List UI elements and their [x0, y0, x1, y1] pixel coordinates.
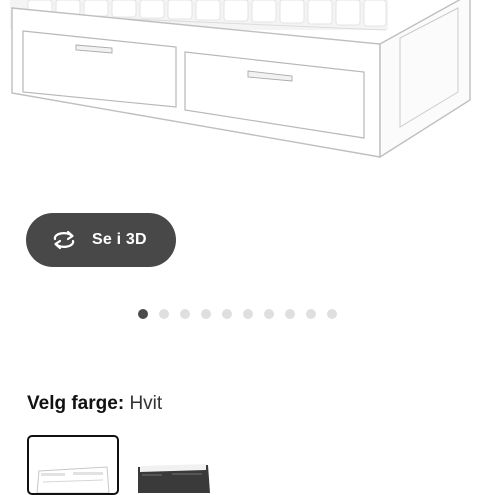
carousel-dot[interactable]	[243, 309, 253, 319]
carousel-dot[interactable]	[327, 309, 337, 319]
white-daybed-thumbnail	[36, 466, 110, 493]
carousel-dot[interactable]	[285, 309, 295, 319]
carousel-dot[interactable]	[222, 309, 232, 319]
carousel-dot[interactable]	[138, 309, 148, 319]
view-in-3d-button[interactable]: Se i 3D	[26, 213, 176, 267]
carousel-pagination	[138, 309, 337, 319]
color-swatch-black-brown[interactable]	[128, 435, 220, 495]
color-selection-label: Velg farge: Hvit	[27, 393, 162, 415]
black-brown-daybed-thumbnail	[138, 464, 210, 493]
color-swatch-white[interactable]	[27, 435, 119, 495]
carousel-dot[interactable]	[201, 309, 211, 319]
carousel-dot[interactable]	[159, 309, 169, 319]
product-image	[10, 0, 471, 159]
carousel-dot[interactable]	[306, 309, 316, 319]
carousel-dot[interactable]	[264, 309, 274, 319]
color-label: Velg farge:	[27, 393, 125, 414]
view-in-3d-label: Se i 3D	[92, 231, 147, 248]
rotate-360-icon	[50, 229, 78, 251]
carousel-dot[interactable]	[180, 309, 190, 319]
selected-color-value: Hvit	[129, 393, 163, 414]
